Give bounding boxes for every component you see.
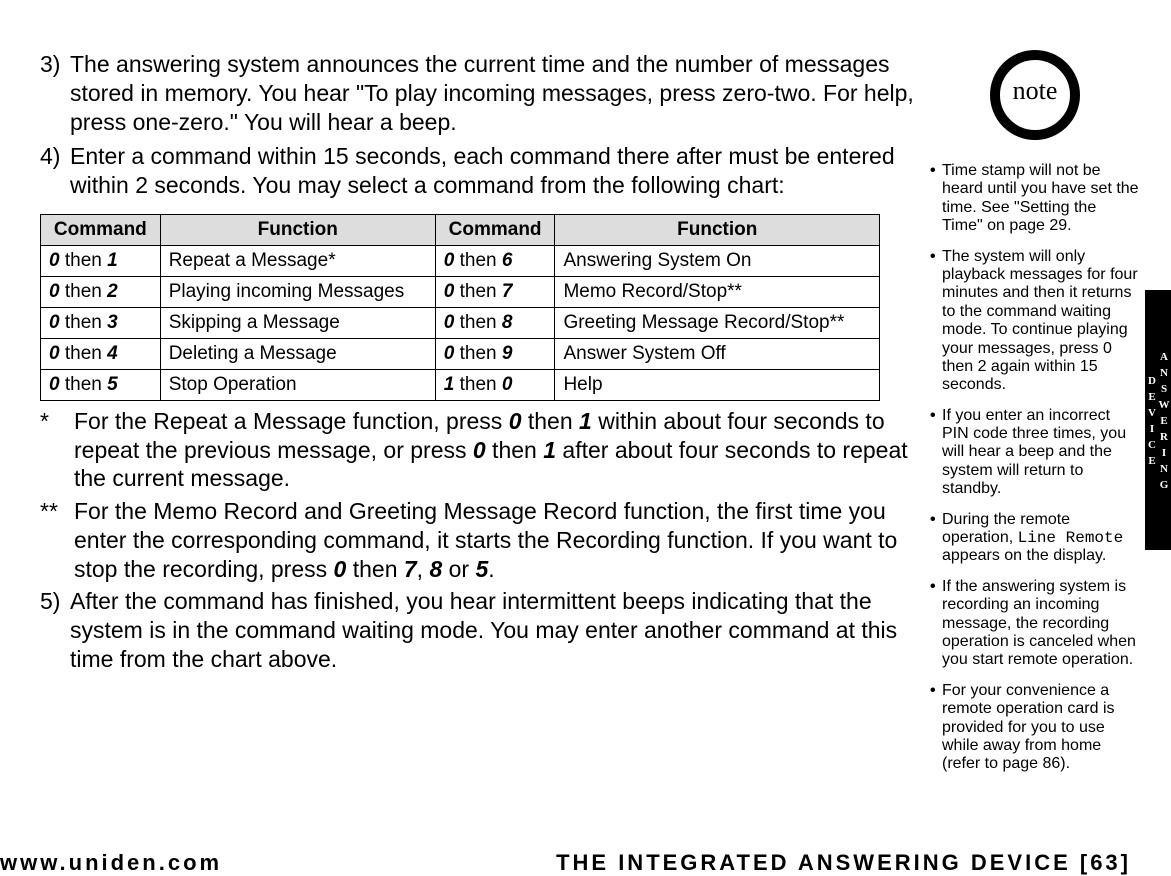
step-number: 3) xyxy=(40,50,70,79)
func-cell: Answer System Off xyxy=(555,338,880,369)
note-item: Time stamp will not be heard until you h… xyxy=(930,162,1140,236)
note-badge: note xyxy=(990,50,1080,140)
note-label: note xyxy=(990,76,1080,106)
step-number: 5) xyxy=(40,587,70,616)
func-cell: Help xyxy=(555,369,880,400)
section-tab-line1: THE INTEGRATED xyxy=(1151,553,1163,777)
cmd-cell: 0 then 9 xyxy=(435,338,555,369)
footer-url: www.uniden.com xyxy=(0,850,222,876)
step-5: 5)After the command has finished, you he… xyxy=(40,587,920,673)
footnote-mark: ** xyxy=(40,497,74,526)
section-tab: ANSWERING DEVICE THE INTEGRATED xyxy=(1145,290,1171,550)
note-list: Time stamp will not be heard until you h… xyxy=(930,162,1140,774)
func-cell: Playing incoming Messages xyxy=(160,276,435,307)
table-row: 0 then 2Playing incoming Messages0 then … xyxy=(41,276,880,307)
note-item: During the remote operation, Line Remote… xyxy=(930,511,1140,566)
note-item: If the answering system is recording an … xyxy=(930,578,1140,670)
footer-title: THE INTEGRATED ANSWERING DEVICE [63] xyxy=(556,850,1131,876)
main-column: 3)The answering system announces the cur… xyxy=(40,50,920,680)
command-table: Command Function Command Function 0 then… xyxy=(40,214,880,401)
func-cell: Greeting Message Record/Stop** xyxy=(555,307,880,338)
footnote-1: *For the Repeat a Message function, pres… xyxy=(40,407,920,493)
func-cell: Memo Record/Stop** xyxy=(555,276,880,307)
note-item: For your convenience a remote operation … xyxy=(930,682,1140,774)
table-row: 0 then 1Repeat a Message*0 then 6Answeri… xyxy=(41,245,880,276)
cmd-cell: 1 then 0 xyxy=(435,369,555,400)
step-4: 4)Enter a command within 15 seconds, eac… xyxy=(40,142,920,200)
th-command-1: Command xyxy=(41,214,161,245)
step-text: After the command has finished, you hear… xyxy=(70,588,897,672)
note-item: The system will only playback messages f… xyxy=(930,248,1140,395)
table-row: 0 then 4Deleting a Message0 then 9Answer… xyxy=(41,338,880,369)
th-function-1: Function xyxy=(160,214,435,245)
cmd-cell: 0 then 8 xyxy=(435,307,555,338)
func-cell: Answering System On xyxy=(555,245,880,276)
func-cell: Skipping a Message xyxy=(160,307,435,338)
step-text: Enter a command within 15 seconds, each … xyxy=(70,143,895,198)
func-cell: Stop Operation xyxy=(160,369,435,400)
footnote-2: **For the Memo Record and Greeting Messa… xyxy=(40,497,920,583)
func-cell: Deleting a Message xyxy=(160,338,435,369)
cmd-cell: 0 then 2 xyxy=(41,276,161,307)
step-3: 3)The answering system announces the cur… xyxy=(40,50,920,136)
step-number: 4) xyxy=(40,142,70,171)
func-cell: Repeat a Message* xyxy=(160,245,435,276)
side-note-column: note Time stamp will not be heard until … xyxy=(930,50,1140,786)
cmd-cell: 0 then 6 xyxy=(435,245,555,276)
th-command-2: Command xyxy=(435,214,555,245)
footnote-mark: * xyxy=(40,407,74,436)
table-row: 0 then 3Skipping a Message0 then 8Greeti… xyxy=(41,307,880,338)
cmd-cell: 0 then 7 xyxy=(435,276,555,307)
section-tab-line2: ANSWERING DEVICE xyxy=(1146,296,1170,550)
cmd-cell: 0 then 5 xyxy=(41,369,161,400)
table-row: 0 then 5Stop Operation1 then 0Help xyxy=(41,369,880,400)
cmd-cell: 0 then 3 xyxy=(41,307,161,338)
cmd-cell: 0 then 1 xyxy=(41,245,161,276)
th-function-2: Function xyxy=(555,214,880,245)
note-item: If you enter an incorrect PIN code three… xyxy=(930,407,1140,499)
step-text: The answering system announces the curre… xyxy=(70,51,914,135)
cmd-cell: 0 then 4 xyxy=(41,338,161,369)
